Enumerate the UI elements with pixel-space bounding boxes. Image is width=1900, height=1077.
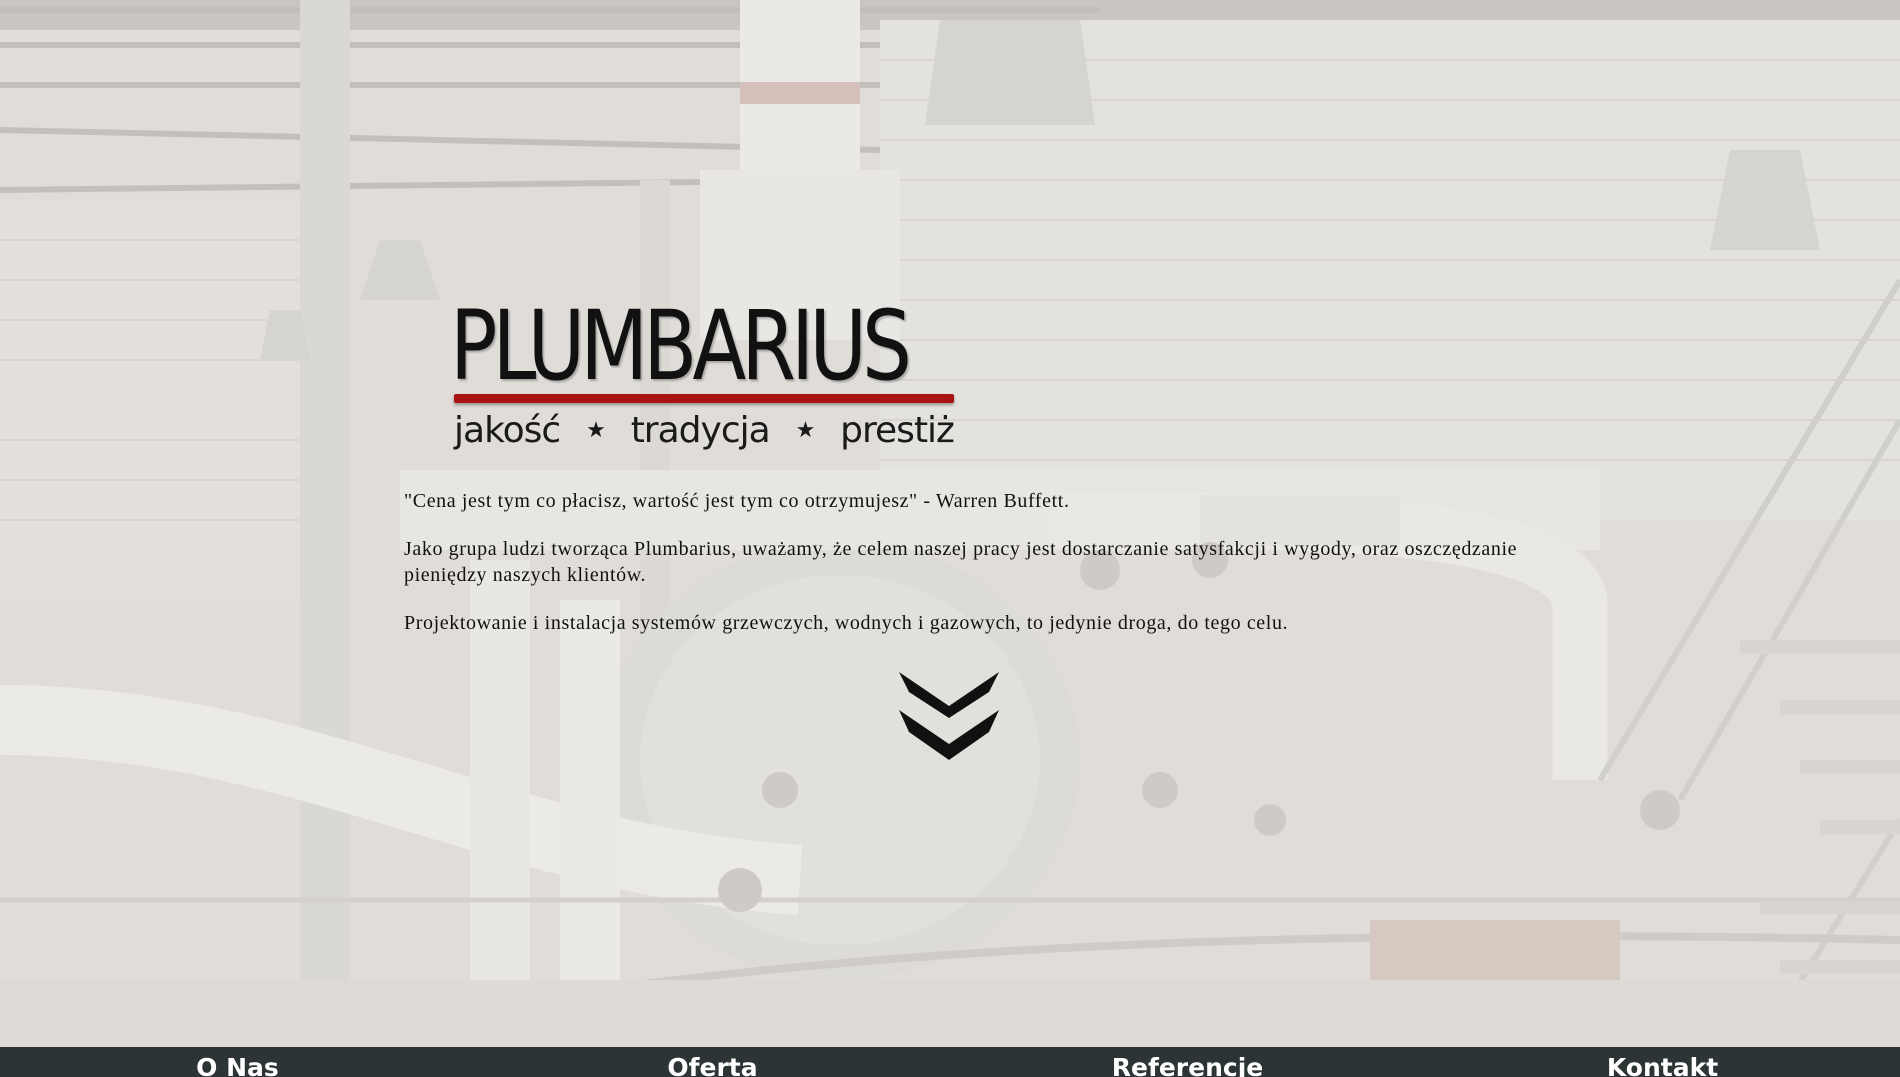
page: PLUMBARIUS jakość ★ tradycja ★ prestiż "… [0,0,1900,1077]
intro-quote: "Cena jest tym co płacisz, wartość jest … [404,490,1070,512]
brand-logo: PLUMBARIUS jakość ★ tradycja ★ prestiż [450,296,970,456]
tagline-word-tradition: tradycja [630,410,771,451]
logo-tagline: jakość ★ tradycja ★ prestiż [454,410,955,451]
tagline-word-quality: jakość [454,410,561,451]
star-icon: ★ [586,418,606,443]
nav-item-oferta[interactable]: Oferta [475,1047,950,1077]
intro-paragraph-services: Projektowanie i instalacja systemów grze… [404,612,1289,634]
tagline-word-prestige: prestiż [840,410,955,451]
logo-underline [454,394,954,403]
star-icon: ★ [795,418,816,443]
logo-wordmark: PLUMBARIUS [450,290,912,402]
nav-item-referencje[interactable]: Referencje [950,1047,1425,1077]
intro-paragraph-mission: Jako grupa ludzi tworząca Plumbarius, uw… [404,538,1518,586]
main-navigation: O Nas Oferta Referencje Kontakt [0,1047,1900,1077]
double-chevron-down-icon[interactable] [897,670,1001,762]
nav-item-o-nas[interactable]: O Nas [0,1047,475,1077]
intro-text: "Cena jest tym co płacisz, wartość jest … [404,488,1524,658]
nav-item-kontakt[interactable]: Kontakt [1425,1047,1900,1077]
